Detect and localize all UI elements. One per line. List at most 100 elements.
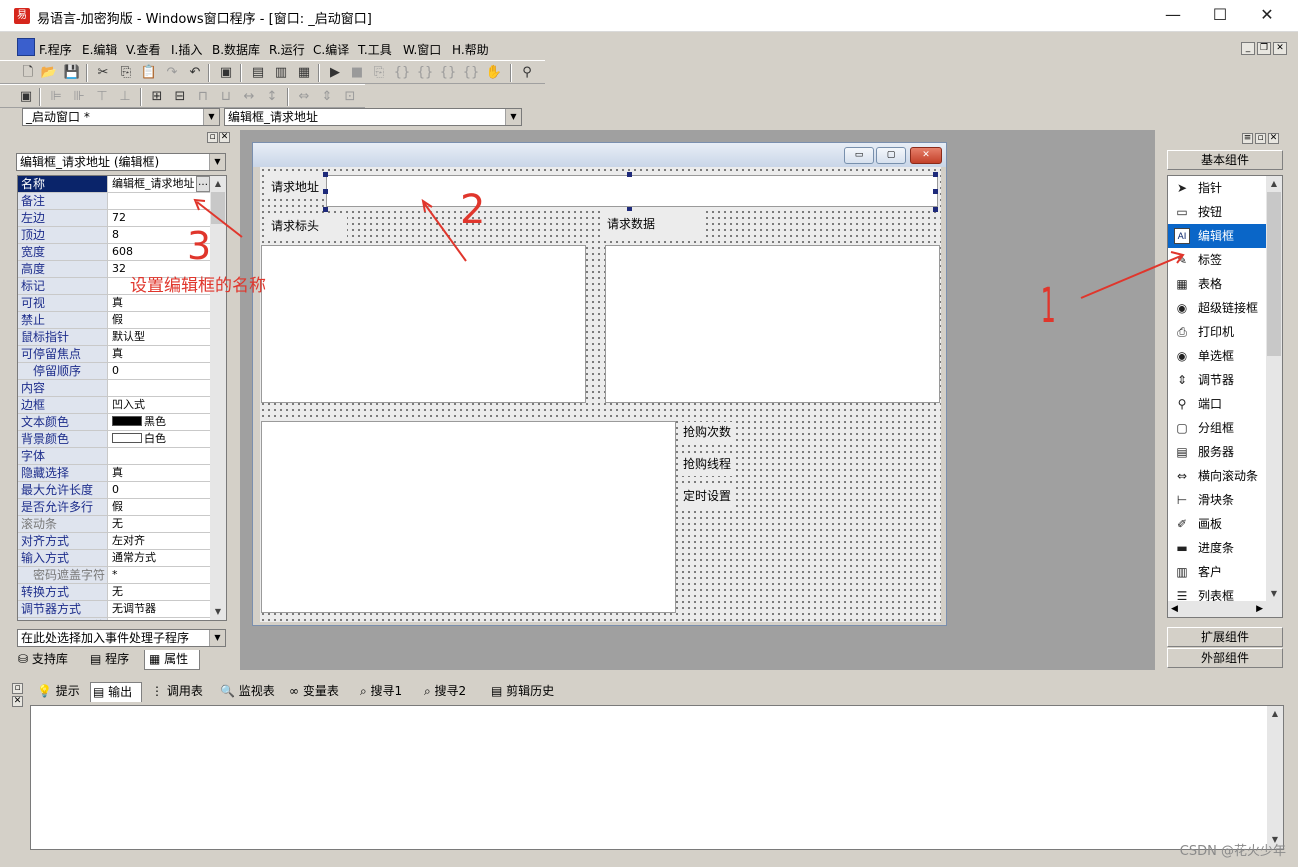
layout-3-icon[interactable]: ▦ <box>295 64 313 82</box>
tab-clip-history[interactable]: ▤ 剪辑历史 <box>489 682 554 702</box>
form-minimize-icon[interactable]: ▭ <box>844 147 874 164</box>
request-data-edit[interactable] <box>605 245 940 403</box>
stop-icon[interactable]: ■ <box>348 64 366 82</box>
menu-compile[interactable]: C.编译 <box>313 41 349 58</box>
component-item[interactable]: ▤ 服务器 <box>1168 440 1266 464</box>
chevron-down-icon[interactable]: ▼ <box>203 109 219 125</box>
property-row[interactable]: 输入方式 通常方式 <box>18 550 222 567</box>
property-value[interactable]: * <box>111 567 219 583</box>
tab-variables[interactable]: ∞ 变量表 <box>287 682 339 702</box>
property-value[interactable] <box>111 380 219 396</box>
menu-insert[interactable]: I.插入 <box>171 41 202 58</box>
property-row[interactable]: 停留顺序 0 <box>18 363 222 380</box>
component-item[interactable]: ◉ 单选框 <box>1168 344 1266 368</box>
same-height-icon[interactable]: ⊔ <box>217 88 235 106</box>
component-item[interactable]: ▬ 进度条 <box>1168 536 1266 560</box>
label-request-data[interactable]: 请求数据 <box>603 211 705 237</box>
window-selector[interactable]: _启动窗口 * ▼ <box>22 108 220 126</box>
step-in-icon[interactable]: {} <box>393 64 411 82</box>
property-row[interactable]: 调节器方式 无调节器 <box>18 601 222 618</box>
menu-tools[interactable]: T.工具 <box>358 41 392 58</box>
panel-close-button[interactable]: ✕ <box>1268 133 1279 144</box>
property-value[interactable]: 无 <box>111 516 219 532</box>
property-row[interactable]: 可视真 <box>18 295 222 312</box>
mdi-minimize-button[interactable]: _ <box>1241 42 1255 55</box>
step-icon[interactable]: ⎘ <box>370 64 388 82</box>
copy-icon[interactable]: ⎘ <box>117 64 135 82</box>
scroll-down-icon[interactable]: ▼ <box>210 604 226 620</box>
same-width-icon[interactable]: ⊓ <box>194 88 212 106</box>
property-row[interactable]: 字体 <box>18 448 222 465</box>
property-row[interactable]: 边框 凹入式 <box>18 397 222 414</box>
chevron-down-icon[interactable]: ▼ <box>209 154 225 170</box>
panel-close-button[interactable]: ✕ <box>219 132 230 143</box>
hand-icon[interactable]: ✋ <box>485 64 503 82</box>
new-file-icon[interactable]: 🗋 <box>19 64 37 82</box>
scroll-down-icon[interactable]: ▼ <box>1266 586 1282 602</box>
scroll-right-icon[interactable]: ▶ <box>1256 601 1263 617</box>
external-components-button[interactable]: 外部组件 <box>1167 648 1283 668</box>
close-button[interactable]: ✕ <box>1244 0 1290 32</box>
property-value[interactable]: 0 <box>111 363 219 379</box>
redo-icon[interactable]: ↷ <box>163 64 181 82</box>
property-row[interactable]: 备注 <box>18 193 222 210</box>
panel-float-button[interactable]: ▫ <box>1255 133 1266 144</box>
space-vertical-icon[interactable]: ↕ <box>263 88 281 106</box>
menu-edit[interactable]: E.编辑 <box>82 41 117 58</box>
property-value[interactable]: 假 <box>111 312 219 328</box>
tab-search-2[interactable]: ⌕ 搜寻2 <box>422 682 466 702</box>
component-item[interactable]: ✎ 标签 <box>1168 248 1266 272</box>
basic-components-button[interactable]: 基本组件 <box>1167 150 1283 170</box>
label-purchase-count[interactable]: 抢购次数 <box>679 422 734 444</box>
property-value[interactable]: 0 <box>111 618 219 620</box>
extended-components-button[interactable]: 扩展组件 <box>1167 627 1283 647</box>
component-item[interactable]: ⚲ 端口 <box>1168 392 1266 416</box>
property-value[interactable]: 真 <box>111 346 219 362</box>
tab-properties[interactable]: ▦ 属性 <box>144 650 200 670</box>
property-value[interactable]: 0 <box>111 482 219 498</box>
property-row[interactable]: 鼠标指针 默认型 <box>18 329 222 346</box>
mdi-restore-button[interactable]: ❐ <box>1257 42 1271 55</box>
property-row[interactable]: 名称 编辑框_请求地址 <box>18 176 222 193</box>
tab-output[interactable]: ▤ 输出 <box>90 682 142 702</box>
center-horizontal-icon[interactable]: ⊞ <box>148 88 166 106</box>
component-item[interactable]: ⎙ 打印机 <box>1168 320 1266 344</box>
size-height-icon[interactable]: ⇕ <box>318 88 336 106</box>
component-item[interactable]: ▥ 客户 <box>1168 560 1266 584</box>
menu-help[interactable]: H.帮助 <box>452 41 489 58</box>
step-out-icon[interactable]: {} <box>439 64 457 82</box>
run-icon[interactable]: ▶ <box>326 64 344 82</box>
size-width-icon[interactable]: ⇔ <box>295 88 313 106</box>
property-row[interactable]: 对齐方式 左对齐 <box>18 533 222 550</box>
tab-hints[interactable]: 💡 提示 <box>35 682 80 702</box>
size-both-icon[interactable]: ⊡ <box>341 88 359 106</box>
component-item[interactable]: AI 编辑框 <box>1168 224 1266 248</box>
property-row[interactable]: 最大允许长度 0 <box>18 482 222 499</box>
menu-run[interactable]: R.运行 <box>269 41 305 58</box>
event-selector[interactable]: 在此处选择加入事件处理子程序 ▼ <box>17 629 226 647</box>
property-row[interactable]: 调节器底限值 0 <box>18 618 222 620</box>
tab-watch[interactable]: 🔍 监视表 <box>218 682 275 702</box>
output-scrollbar[interactable]: ▲ ▼ <box>1267 706 1283 849</box>
component-item[interactable]: ▦ 表格 <box>1168 272 1266 296</box>
component-item[interactable]: ▢ 分组框 <box>1168 416 1266 440</box>
property-row[interactable]: 隐藏选择真 <box>18 465 222 482</box>
property-value[interactable]: 左对齐 <box>111 533 219 549</box>
property-row[interactable]: 密码遮盖字符 * <box>18 567 222 584</box>
label-request-url[interactable]: 请求地址 <box>267 175 325 199</box>
scroll-left-icon[interactable]: ◀ <box>1171 601 1178 617</box>
component-item[interactable]: ⇕ 调节器 <box>1168 368 1266 392</box>
property-row[interactable]: 文本颜色 黑色 <box>18 414 222 431</box>
panel-float-button[interactable]: ▫ <box>12 683 23 694</box>
property-value[interactable]: 白色 <box>111 431 219 447</box>
component-item[interactable]: ◉ 超级链接框 <box>1168 296 1266 320</box>
property-value[interactable]: 黑色 <box>111 414 219 430</box>
tab-support-library[interactable]: ⛁ 支持库 <box>14 650 84 670</box>
maximize-button[interactable]: ☐ <box>1197 0 1243 32</box>
scroll-up-icon[interactable]: ▲ <box>1267 706 1283 722</box>
panel-float-button[interactable]: ▫ <box>207 132 218 143</box>
save-icon[interactable]: 💾 <box>63 64 81 82</box>
menu-program[interactable]: F.程序 <box>39 41 72 58</box>
cut-icon[interactable]: ✂ <box>94 64 112 82</box>
component-item[interactable]: ⊢ 滑块条 <box>1168 488 1266 512</box>
